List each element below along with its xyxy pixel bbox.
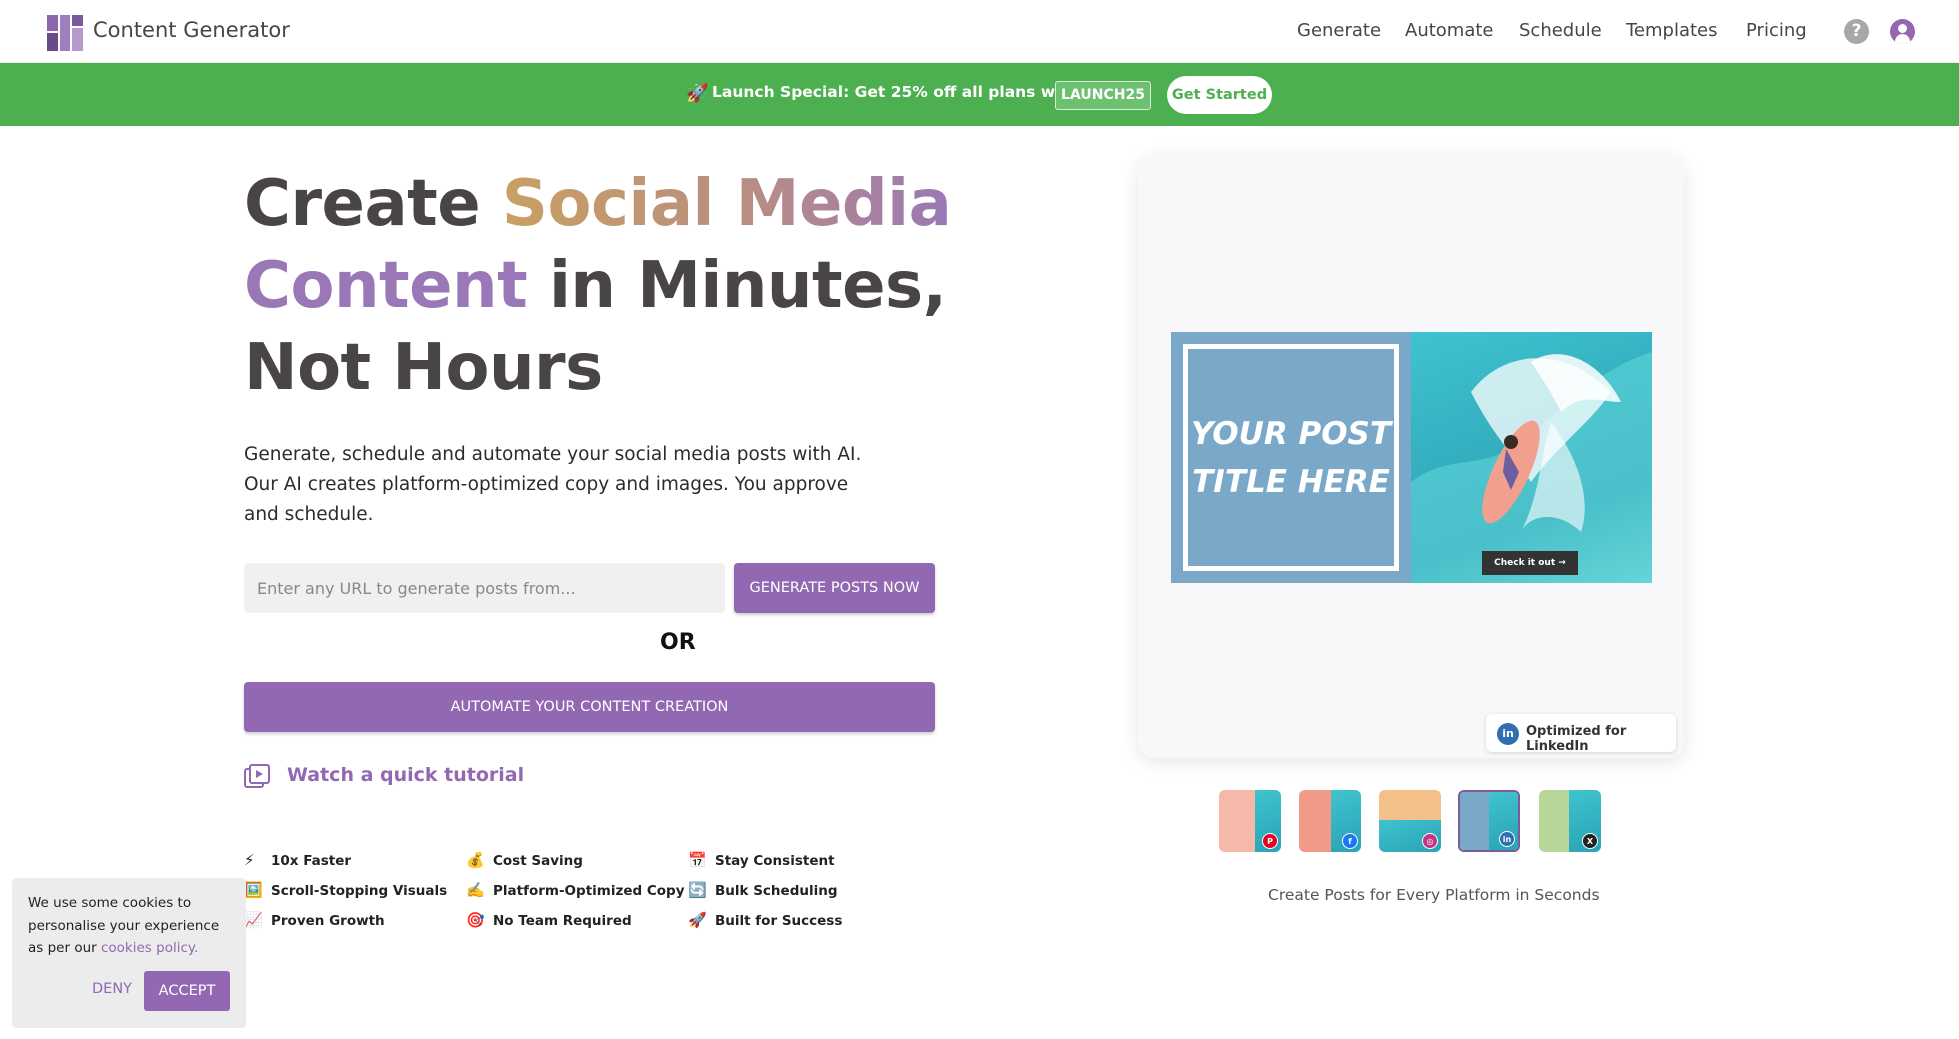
pinterest-icon: P — [1262, 833, 1278, 849]
writing-hand-icon: ✍️ — [466, 881, 485, 899]
post-preview-card: YOUR POST TITLE HERE Check it out → in O… — [1138, 155, 1684, 758]
promo-code: LAUNCH25 — [1055, 81, 1151, 110]
picture-icon: 🖼️ — [244, 881, 263, 899]
post-preview-image: YOUR POST TITLE HERE Check it out → — [1171, 332, 1652, 583]
lightning-icon: ⚡ — [244, 851, 255, 869]
help-icon[interactable]: ? — [1844, 19, 1869, 44]
play-video-icon[interactable] — [244, 764, 270, 788]
post-title-panel: YOUR POST TITLE HERE — [1171, 332, 1411, 583]
feature-item: 📈 Proven Growth — [244, 911, 385, 929]
thumb-pinterest[interactable]: P — [1219, 790, 1281, 852]
feature-item: 🎯 No Team Required — [466, 911, 632, 929]
top-navbar: Content Generator Generate Automate Sche… — [0, 0, 1959, 63]
x-icon: X — [1582, 833, 1598, 849]
optimized-badge: in Optimized for LinkedIn — [1486, 714, 1676, 754]
deny-button[interactable]: DENY — [92, 981, 132, 997]
feature-item: 🔄 Bulk Scheduling — [688, 881, 838, 899]
url-input[interactable] — [244, 563, 725, 613]
feature-item: 📅 Stay Consistent — [688, 851, 835, 869]
cookie-text: We use some cookies to personalise your … — [28, 895, 220, 956]
promo-banner: 🚀 Launch Special: Get 25% off all plans … — [0, 63, 1959, 126]
cookie-banner: We use some cookies to personalise your … — [12, 878, 246, 1028]
nav-schedule[interactable]: Schedule — [1519, 20, 1602, 41]
post-title-text: YOUR POST TITLE HERE — [1190, 416, 1392, 500]
optimized-badge-text: Optimized for LinkedIn — [1526, 724, 1627, 754]
logo-icon[interactable] — [47, 15, 83, 51]
nav-generate[interactable]: Generate — [1297, 20, 1381, 41]
feature-item: 🚀 Built for Success — [688, 911, 843, 929]
automate-content-button[interactable]: AUTOMATE YOUR CONTENT CREATION — [244, 682, 935, 732]
thumbnails-caption: Create Posts for Every Platform in Secon… — [1268, 886, 1600, 904]
surfer-illustration — [1411, 352, 1652, 583]
thumb-linkedin[interactable]: in — [1458, 790, 1520, 852]
linkedin-icon: in — [1497, 723, 1519, 745]
generate-posts-button[interactable]: GENERATE POSTS NOW — [734, 563, 935, 613]
nav-automate[interactable]: Automate — [1405, 20, 1494, 41]
target-icon: 🎯 — [466, 911, 485, 929]
cookies-policy-link[interactable]: cookies policy. — [101, 940, 198, 956]
rocket-icon: 🚀 — [688, 911, 707, 929]
thumb-facebook[interactable]: f — [1299, 790, 1361, 852]
brand-name[interactable]: Content Generator — [93, 18, 290, 42]
chart-up-icon: 📈 — [244, 911, 263, 929]
nav-pricing[interactable]: Pricing — [1746, 20, 1807, 41]
money-bag-icon: 💰 — [466, 851, 485, 869]
headline-highlight-content: Content — [244, 249, 528, 323]
nav-templates[interactable]: Templates — [1626, 20, 1718, 41]
calendar-icon: 📅 — [688, 851, 707, 869]
linkedin-icon: in — [1499, 831, 1515, 847]
facebook-icon: f — [1342, 833, 1358, 849]
get-started-button[interactable]: Get Started — [1167, 76, 1272, 114]
watch-tutorial-link[interactable]: Watch a quick tutorial — [287, 764, 524, 786]
surfer-photo: Check it out → — [1411, 332, 1652, 583]
repeat-icon: 🔄 — [688, 881, 707, 899]
thumb-instagram[interactable]: ◎ — [1379, 790, 1441, 852]
post-cta-button: Check it out → — [1482, 551, 1578, 575]
thumb-x[interactable]: X — [1539, 790, 1601, 852]
or-divider: OR — [660, 630, 696, 655]
feature-item: ✍️ Platform-Optimized Copy — [466, 881, 685, 899]
platform-thumbnails: P f ◎ in X — [1219, 790, 1609, 856]
instagram-icon: ◎ — [1422, 833, 1438, 849]
feature-item: ⚡ 10x Faster — [244, 851, 352, 869]
hero-headline: Create Social Media Content in Minutes, N… — [244, 163, 1044, 409]
accept-button[interactable]: ACCEPT — [144, 971, 230, 1011]
hero-subtext: Generate, schedule and automate your soc… — [244, 444, 862, 525]
feature-item: 🖼️ Scroll-Stopping Visuals — [244, 881, 448, 899]
user-avatar-icon[interactable] — [1890, 19, 1915, 44]
headline-highlight-social: Social Media — [501, 167, 952, 241]
rocket-icon: 🚀 — [686, 83, 709, 104]
feature-item: 💰 Cost Saving — [466, 851, 583, 869]
headline-part-1: Create — [244, 167, 502, 241]
